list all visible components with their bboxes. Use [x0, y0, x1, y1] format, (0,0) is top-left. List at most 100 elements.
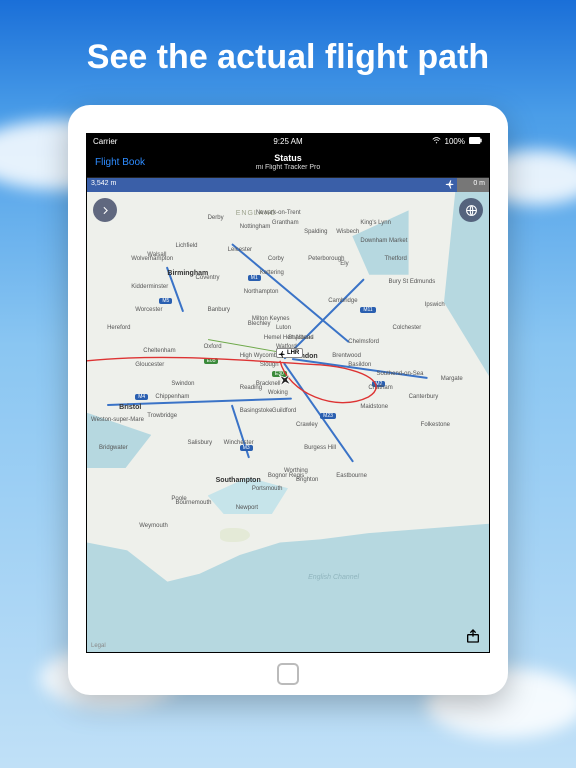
share-button[interactable] [463, 626, 483, 646]
city-label: Northampton [244, 289, 279, 295]
airport-icon [278, 350, 286, 360]
city-label: Basingstoke [240, 408, 273, 414]
globe-icon [465, 204, 478, 217]
city-label: Winchester [224, 440, 254, 446]
city-label: Newport [236, 505, 258, 511]
city-label: Grantham [272, 220, 299, 226]
nav-back-button[interactable]: Flight Book [95, 157, 145, 168]
city-label: Worcester [135, 307, 162, 313]
city-label: Lichfield [175, 243, 197, 249]
city-label: Weston-super-Mare [91, 417, 144, 423]
road-shield: M4 [135, 394, 148, 400]
city-label: Luton [276, 325, 291, 331]
city-label: Chippenham [155, 394, 189, 400]
nav-subtitle: mi Flight Tracker Pro [256, 164, 321, 171]
road-shield: M23 [320, 413, 336, 419]
road-shield: M1 [248, 275, 261, 281]
map-type-button[interactable] [459, 198, 483, 222]
status-carrier: Carrier [93, 137, 117, 146]
city-label: Folkestone [421, 422, 450, 428]
city-label: Wisbech [336, 229, 359, 235]
chevron-right-icon [99, 204, 112, 217]
city-label: Weymouth [139, 523, 168, 529]
city-label: Maidstone [360, 404, 388, 410]
island [220, 528, 250, 542]
ios-status-bar: Carrier 9:25 AM 100% [87, 134, 489, 148]
wifi-icon [432, 137, 441, 146]
airport-code: LHR [287, 350, 299, 356]
city-label: Crawley [296, 422, 318, 428]
city-label: Chelmsford [348, 339, 379, 345]
battery-icon [469, 137, 483, 146]
city-label: Kettering [260, 270, 284, 276]
ipad-frame: Carrier 9:25 AM 100% Flight Book Status [68, 105, 508, 695]
city-label: Cambridge [328, 298, 357, 304]
plane-icon [445, 179, 455, 191]
map-attribution[interactable]: Legal [91, 643, 106, 649]
city-label: Blechley [248, 321, 271, 327]
nav-title: Status [256, 154, 321, 163]
city-label: Bridgwater [99, 445, 128, 451]
share-icon [465, 628, 481, 644]
city-label: Brentwood [332, 353, 361, 359]
city-label: Walsall [147, 252, 166, 258]
aircraft-marker [276, 371, 294, 394]
city-label: Swindon [171, 381, 194, 387]
city-label: Slough [260, 362, 279, 368]
sea-region [433, 192, 489, 376]
city-label: Bristol [119, 404, 141, 411]
city-label: Newark-on-Trent [256, 210, 301, 216]
city-label: Thetford [384, 256, 406, 262]
road-shield: E05 [204, 358, 219, 364]
city-label: Colchester [393, 325, 422, 331]
city-label: Bury St Edmunds [389, 279, 436, 285]
city-label: Hemel Hempstead [264, 335, 314, 341]
airport-tag[interactable]: LHR [276, 348, 303, 358]
city-label: Banbury [208, 307, 230, 313]
city-label: Kidderminster [131, 284, 168, 290]
city-label: King's Lynn [360, 220, 391, 226]
water-label: English Channel [308, 574, 359, 581]
altitude-end-value: 0 m [473, 180, 485, 187]
expand-map-button[interactable] [93, 198, 117, 222]
city-label: Basildon [348, 362, 371, 368]
city-label: Ely [340, 261, 348, 267]
city-label: Oxford [204, 344, 222, 350]
city-label: Southend-on-Sea [376, 371, 423, 377]
city-label: Bognor Regis [268, 473, 304, 479]
city-label: Downham Market [360, 238, 407, 244]
city-label: Derby [208, 215, 224, 221]
city-label: Portsmouth [252, 486, 283, 492]
status-time: 9:25 AM [273, 137, 302, 146]
city-label: Peterborough [308, 256, 344, 262]
city-label: Guildford [272, 408, 296, 414]
city-label: Hereford [107, 325, 130, 331]
city-label: Coventry [196, 275, 220, 281]
nav-titles: Status mi Flight Tracker Pro [256, 154, 321, 171]
city-label: Poole [171, 496, 186, 502]
city-label: Leicester [228, 247, 252, 253]
road-shield: M11 [360, 307, 375, 313]
map-view[interactable]: M4 M5 M1 M11 M3 M2 M23 E05 E30 ENGLAND E… [87, 192, 489, 652]
road-shield: M5 [159, 298, 172, 304]
city-label: Gloucester [135, 362, 164, 368]
city-label: Burgess Hill [304, 445, 336, 451]
altitude-progress-bar: 3,542 m 0 m [87, 178, 489, 192]
city-label: Canterbury [409, 394, 439, 400]
city-label: Eastbourne [336, 473, 367, 479]
device-screen: Carrier 9:25 AM 100% Flight Book Status [86, 133, 490, 653]
home-button[interactable] [277, 663, 299, 685]
city-label: Nottingham [240, 224, 271, 230]
altitude-start-value: 3,542 m [91, 180, 116, 187]
city-label: Salisbury [188, 440, 213, 446]
promo-headline: See the actual flight path [87, 38, 489, 77]
promo-background: See the actual flight path Carrier 9:25 … [0, 0, 576, 768]
sea-region [87, 496, 489, 652]
city-label: Southampton [216, 477, 261, 484]
city-label: Margate [441, 376, 463, 382]
city-label: Corby [268, 256, 284, 262]
city-label: High Wycombe [240, 353, 281, 359]
city-label: Spalding [304, 229, 327, 235]
city-label: Ipswich [425, 302, 445, 308]
app-nav-bar: Flight Book Status mi Flight Tracker Pro [87, 148, 489, 178]
